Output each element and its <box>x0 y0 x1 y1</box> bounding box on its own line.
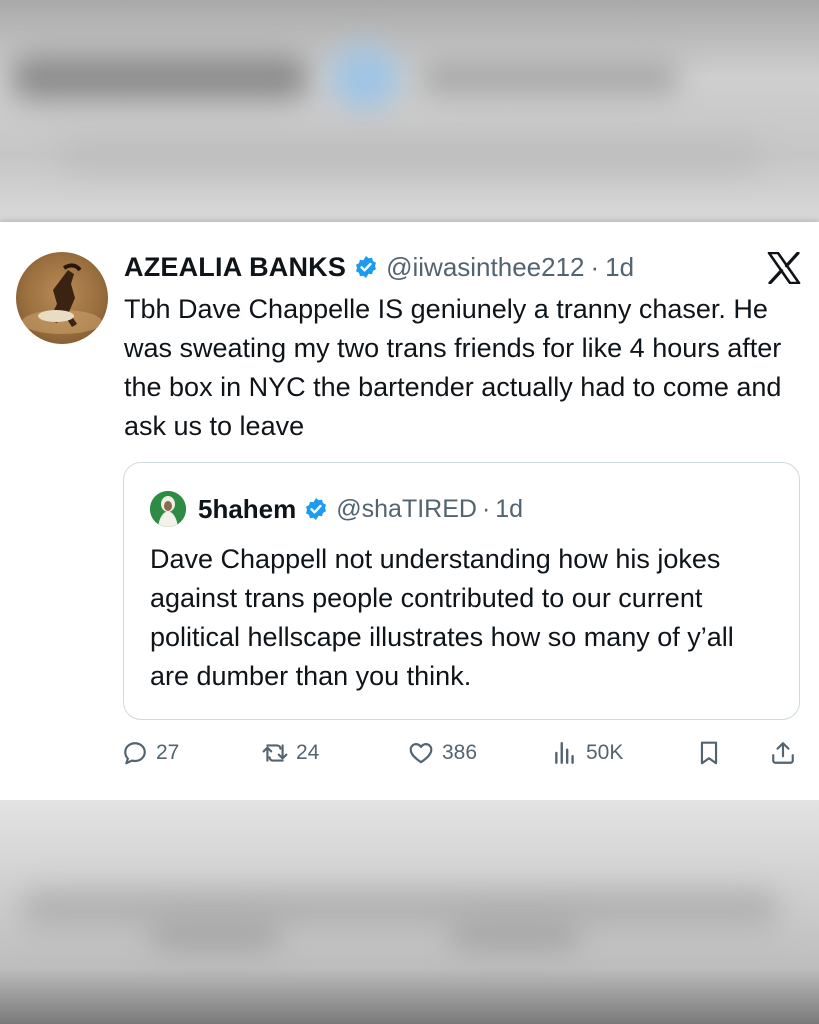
share-button[interactable] <box>770 735 796 771</box>
like-count: 386 <box>442 741 478 764</box>
quoted-separator-dot: · <box>481 494 491 523</box>
x-logo-icon[interactable] <box>767 251 801 285</box>
blurred-background-top <box>0 0 819 222</box>
tweet-text: Tbh Dave Chappelle IS geniunely a tranny… <box>124 294 782 441</box>
quoted-timestamp[interactable]: 1d <box>495 495 523 524</box>
reply-count: 27 <box>156 741 180 764</box>
repost-icon <box>262 744 288 762</box>
quoted-avatar[interactable] <box>150 491 186 527</box>
blurred-background-bottom <box>0 800 819 1024</box>
views-chart-icon <box>555 742 574 764</box>
quoted-tweet-header: 5hahem @shaTIRED · 1d <box>150 491 523 527</box>
like-button[interactable]: 386 <box>408 735 477 771</box>
reply-icon <box>124 742 146 765</box>
repost-button[interactable]: 24 <box>262 735 319 771</box>
quoted-verified-badge-icon <box>304 497 328 521</box>
quoted-display-name[interactable]: 5hahem <box>198 494 296 525</box>
share-icon <box>772 742 794 764</box>
views-button[interactable]: 50K <box>552 735 623 771</box>
timestamp[interactable]: 1d <box>605 252 634 283</box>
profile-avatar[interactable] <box>16 252 108 344</box>
display-name[interactable]: AZEALIA BANKS <box>124 252 346 283</box>
quoted-tweet-text: Dave Chappell not understanding how his … <box>150 544 734 691</box>
repost-count: 24 <box>296 741 320 764</box>
tweet-card[interactable]: AZEALIA BANKS @iiwasinthee212 · 1d Tbh D… <box>0 222 819 800</box>
bookmark-icon <box>700 741 718 765</box>
quoted-tweet[interactable]: 5hahem @shaTIRED · 1d Dave Chappell not … <box>123 462 800 720</box>
separator-dot: · <box>590 251 600 282</box>
heart-icon <box>409 743 433 764</box>
verified-badge-icon <box>354 255 378 279</box>
user-handle[interactable]: @iiwasinthee212 <box>386 252 584 283</box>
tweet-header: AZEALIA BANKS @iiwasinthee212 · 1d <box>124 250 634 284</box>
action-bar: 27 24 386 50K <box>122 735 802 771</box>
reply-button[interactable]: 27 <box>122 735 179 771</box>
quoted-user-handle[interactable]: @shaTIRED <box>336 495 477 524</box>
avatar-photo-icon <box>22 263 102 334</box>
bookmark-button[interactable] <box>696 735 722 771</box>
views-count: 50K <box>586 741 624 764</box>
quoted-avatar-photo-icon <box>150 491 186 527</box>
